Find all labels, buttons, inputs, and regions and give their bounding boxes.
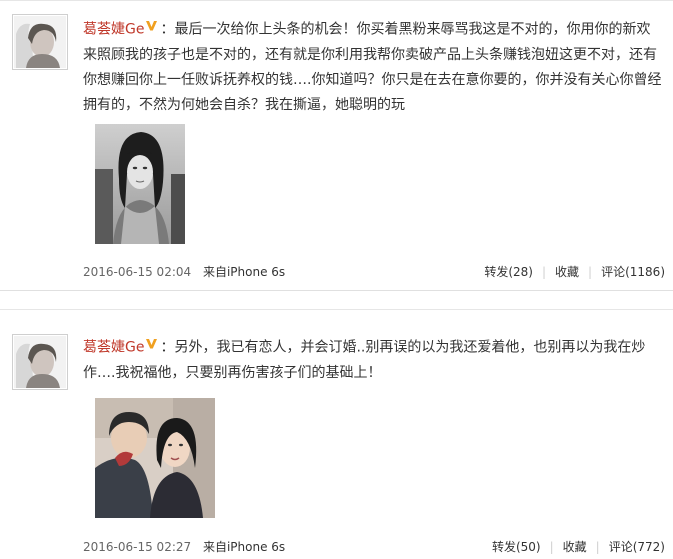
v-badge-icon [145,334,158,359]
post-content: 葛荟婕Ge ：另外，我已有恋人，并会订婚..别再误的以为我还爱着他，也别再以为我在… [83,334,663,386]
avatar-image [14,336,66,388]
author-colon: ： [160,21,175,38]
action-separator: | [541,265,547,279]
favorite-button[interactable]: 收藏 [563,540,587,554]
post-meta: 2016-06-15 02:27 来自iPhone 6s [83,538,285,555]
repost-button[interactable]: 转发(50) [492,540,541,554]
action-separator: | [595,540,600,554]
photo-image [95,398,215,518]
post-timestamp[interactable]: 2016-06-15 02:04 [83,265,191,279]
post-meta: 2016-06-15 02:04 来自iPhone 6s [83,263,285,280]
post-actions: 转发(28) | 收藏 | 评论(1186) [484,263,665,280]
comment-button[interactable]: 评论(772) [609,540,665,554]
post-source: 来自iPhone 6s [202,540,286,554]
weibo-post: 葛荟婕Ge ：另外，我已有恋人，并会订婚..别再误的以为我还爱着他，也别再以为我在… [0,310,673,559]
weibo-post: 葛荟婕Ge ：最后一次给你上头条的机会！你买着黑粉来辱骂我这是不对的，你用你的新欢… [0,0,673,285]
post-content: 葛荟婕Ge ：最后一次给你上头条的机会！你买着黑粉来辱骂我这是不对的，你用你的新欢… [83,16,663,118]
action-separator: | [588,265,593,279]
post-photo[interactable] [95,398,215,518]
avatar[interactable] [12,334,68,390]
comment-button[interactable]: 评论(1186) [601,265,665,279]
avatar-image [14,16,66,68]
avatar[interactable] [12,14,68,70]
photo-image [95,124,185,244]
post-photo[interactable] [95,124,185,244]
author-name[interactable]: 葛荟婕Ge [83,22,144,38]
favorite-button[interactable]: 收藏 [555,265,579,279]
action-separator: | [549,540,554,554]
post-divider [0,290,673,291]
author-colon: ： [160,339,175,356]
post-timestamp[interactable]: 2016-06-15 02:27 [83,540,191,554]
post-source: 来自iPhone 6s [202,265,286,279]
post-actions: 转发(50) | 收藏 | 评论(772) [492,538,665,555]
repost-button[interactable]: 转发(28) [484,265,533,279]
v-badge-icon [145,16,158,41]
author-name[interactable]: 葛荟婕Ge [83,340,144,356]
